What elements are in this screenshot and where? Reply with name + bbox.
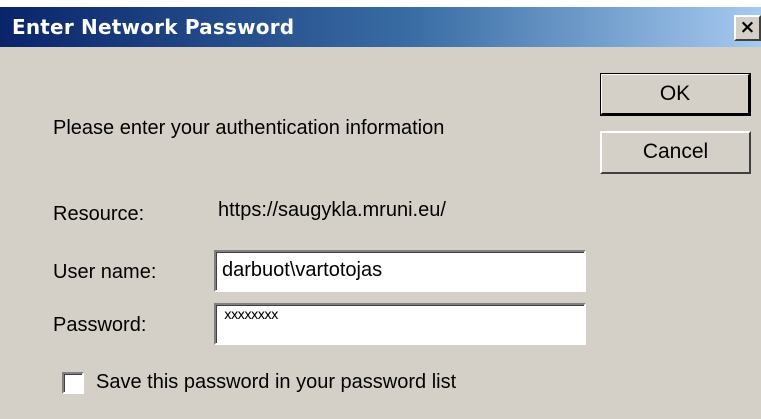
close-button[interactable]: × — [734, 15, 761, 41]
username-value: darbuot\vartotojas — [222, 259, 383, 281]
cancel-button[interactable]: Cancel — [600, 131, 751, 174]
password-label: Password: — [53, 314, 147, 336]
window-title: Enter Network Password — [12, 15, 295, 39]
password-masked-value: xxxxxxxx — [224, 308, 279, 323]
username-field[interactable]: darbuot\vartotojas — [214, 250, 586, 292]
resource-value: https://saugykla.mruni.eu/ — [218, 199, 446, 221]
ok-button[interactable]: OK — [600, 73, 751, 116]
save-password-label[interactable]: Save this password in your password list — [96, 371, 456, 394]
close-icon: × — [739, 16, 756, 38]
network-password-dialog: Enter Network Password × OK Cancel Pleas… — [0, 7, 761, 419]
resource-label: Resource: — [53, 203, 145, 225]
username-label: User name: — [53, 261, 157, 283]
prompt-text: Please enter your authentication informa… — [53, 117, 445, 139]
title-bar[interactable]: Enter Network Password × — [0, 7, 761, 47]
save-password-checkbox[interactable] — [62, 372, 84, 394]
password-field[interactable]: xxxxxxxx — [214, 303, 586, 345]
